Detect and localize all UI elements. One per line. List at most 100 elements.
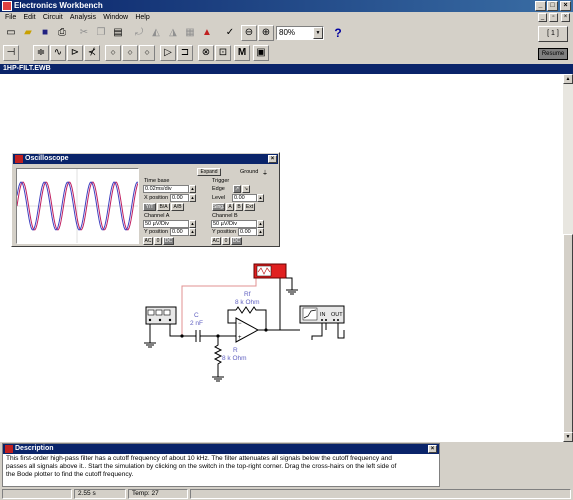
resume-button[interactable]: Resume <box>538 48 568 60</box>
oscilloscope-close-button[interactable]: × <box>268 155 277 163</box>
expand-button[interactable]: Expand <box>197 168 221 176</box>
controls-bin-icon[interactable]: ⊡ <box>215 45 231 61</box>
create-subcircuit-icon[interactable]: ▲ <box>199 25 215 41</box>
mixed-ics-bin-icon[interactable]: ◇ <box>122 45 138 61</box>
x-position-field[interactable]: 0.00 <box>170 194 189 202</box>
channel-a-ypos-label: Y position <box>144 229 169 235</box>
copy-icon[interactable]: ❐ <box>93 25 109 41</box>
menu-analysis[interactable]: Analysis <box>70 12 96 23</box>
edge-rising-button[interactable]: ↗ <box>233 185 241 193</box>
menu-circuit[interactable]: Circuit <box>43 12 63 23</box>
channel-a-ac-button[interactable]: AC <box>143 237 153 245</box>
app-window: Electronics Workbench _ □ × File Edit Ci… <box>0 0 573 500</box>
scroll-up-icon[interactable]: ▲ <box>563 74 573 84</box>
close-button[interactable]: × <box>560 1 571 11</box>
zoom-select[interactable]: 80% ▼ <box>276 26 324 40</box>
capacitor-value: 2 nF <box>190 320 203 327</box>
print-icon[interactable]: ⎙ <box>54 25 70 41</box>
channel-b-ac-button[interactable]: AC <box>211 237 221 245</box>
x-position-stepper[interactable]: ▴ <box>189 194 196 202</box>
doc-restore-button[interactable]: ▫ <box>549 13 558 22</box>
channel-b-dc-button[interactable]: DC <box>231 237 242 245</box>
indicators-bin-icon[interactable]: ⊗ <box>198 45 214 61</box>
channel-b-label: Channel B <box>212 213 238 219</box>
bode-plotter[interactable]: IN OUT <box>299 305 345 324</box>
mode-yt-button[interactable]: Y/T <box>143 203 156 211</box>
trigger-sing-button[interactable]: Sing. <box>212 203 225 211</box>
description-line: This first-order high-pass filter has a … <box>6 455 392 462</box>
minimize-button[interactable]: _ <box>535 1 546 11</box>
menu-help[interactable]: Help <box>135 12 149 23</box>
ground-icon[interactable]: ⏚ <box>262 168 268 177</box>
menu-window[interactable]: Window <box>103 12 128 23</box>
circuit-workspace[interactable]: C 2 nF R 8 k Ohm − + Rf 8 k Ohm IN OUT <box>0 74 563 442</box>
vertical-scrollbar[interactable]: ▲ ▼ <box>563 74 573 442</box>
scroll-down-icon[interactable]: ▼ <box>563 432 573 442</box>
level-field[interactable]: 0.00 <box>232 194 257 202</box>
channel-a-scale-stepper[interactable]: ▴ <box>189 220 196 228</box>
channel-b-scale-stepper[interactable]: ▴ <box>257 220 264 228</box>
time-base-stepper[interactable]: ▴ <box>189 185 196 193</box>
menu-file[interactable]: File <box>5 12 16 23</box>
trigger-b-button[interactable]: B <box>235 203 243 211</box>
favorites-bin-icon[interactable]: ⊣ <box>3 45 19 61</box>
oscilloscope-instrument[interactable] <box>253 263 287 279</box>
doc-close-button[interactable]: × <box>561 13 570 22</box>
channel-a-dc-button[interactable]: DC <box>163 237 174 245</box>
status-bar: 2.55 s Temp: 27 <box>0 488 573 500</box>
menu-edit[interactable]: Edit <box>24 12 36 23</box>
channel-a-ypos-field[interactable]: 0.00 <box>170 228 189 236</box>
channel-a-scale-field[interactable]: 50 µV/Div <box>143 220 189 228</box>
digital-ics-bin-icon[interactable]: ◇ <box>139 45 155 61</box>
function-generator[interactable] <box>145 306 177 325</box>
level-stepper[interactable]: ▴ <box>257 194 264 202</box>
channel-b-ypos-stepper[interactable]: ▴ <box>257 228 264 236</box>
channel-a-zero-button[interactable]: 0 <box>154 237 162 245</box>
save-disk-icon[interactable]: ■ <box>37 25 53 41</box>
description-close-button[interactable]: × <box>428 445 437 453</box>
mode-ba-button[interactable]: B/A <box>157 203 170 211</box>
digital-bin-icon[interactable]: ⊐ <box>177 45 193 61</box>
help-button[interactable]: ? <box>330 25 346 41</box>
edge-label: Edge <box>212 186 225 192</box>
flip-vertical-icon[interactable]: ◮ <box>165 25 181 41</box>
oscilloscope-display <box>16 168 139 244</box>
op-amp[interactable]: − + <box>235 317 260 343</box>
transistors-bin-icon[interactable]: ⊀ <box>84 45 100 61</box>
trigger-a-button[interactable]: A <box>226 203 234 211</box>
channel-b-scale-field[interactable]: 50 µV/Div <box>211 220 257 228</box>
new-file-icon[interactable]: ▭ <box>3 25 19 41</box>
paste-icon[interactable]: ▤ <box>110 25 126 41</box>
document-title: 1HP-FILT.EWB <box>0 64 573 74</box>
time-base-field[interactable]: 0.02ms/div <box>143 185 189 193</box>
doc-minimize-button[interactable]: _ <box>538 13 547 22</box>
maximize-button[interactable]: □ <box>547 1 558 11</box>
basic-bin-icon[interactable]: ∿ <box>50 45 66 61</box>
zoom-out-icon[interactable]: ⊖ <box>241 25 257 41</box>
chevron-down-icon[interactable]: ▼ <box>313 27 323 39</box>
flip-horizontal-icon[interactable]: ◭ <box>148 25 164 41</box>
zoom-in-icon[interactable]: ⊕ <box>258 25 274 41</box>
analog-ics-bin-icon[interactable]: ◇ <box>105 45 121 61</box>
description-titlebar: Description × <box>3 444 439 454</box>
sources-bin-icon[interactable]: ≑ <box>33 45 49 61</box>
scroll-thumb[interactable] <box>563 234 573 434</box>
channel-b-zero-button[interactable]: 0 <box>222 237 230 245</box>
miscellaneous-bin-icon[interactable]: M <box>234 45 250 61</box>
status-time: 2.55 s <box>74 489 126 499</box>
mode-ab-button[interactable]: A/B <box>171 203 184 211</box>
graph-icon[interactable]: ✓ <box>222 25 238 41</box>
channel-b-ypos-field[interactable]: 0.00 <box>238 228 257 236</box>
svg-text:−: − <box>238 321 242 327</box>
instruments-bin-icon[interactable]: ▣ <box>253 45 269 61</box>
component-properties-icon[interactable]: ▦ <box>182 25 198 41</box>
rotate-icon[interactable]: ⤾ <box>131 25 147 41</box>
diodes-bin-icon[interactable]: ⊳ <box>67 45 83 61</box>
logic-gates-bin-icon[interactable]: ▷ <box>160 45 176 61</box>
channel-a-ypos-stepper[interactable]: ▴ <box>189 228 196 236</box>
open-folder-icon[interactable]: ▰ <box>20 25 36 41</box>
cut-icon[interactable]: ✂ <box>76 25 92 41</box>
edge-falling-button[interactable]: ↘ <box>242 185 250 193</box>
trigger-ext-button[interactable]: Ext <box>244 203 255 211</box>
power-switch-icon[interactable]: [ 1 ] <box>538 26 568 42</box>
